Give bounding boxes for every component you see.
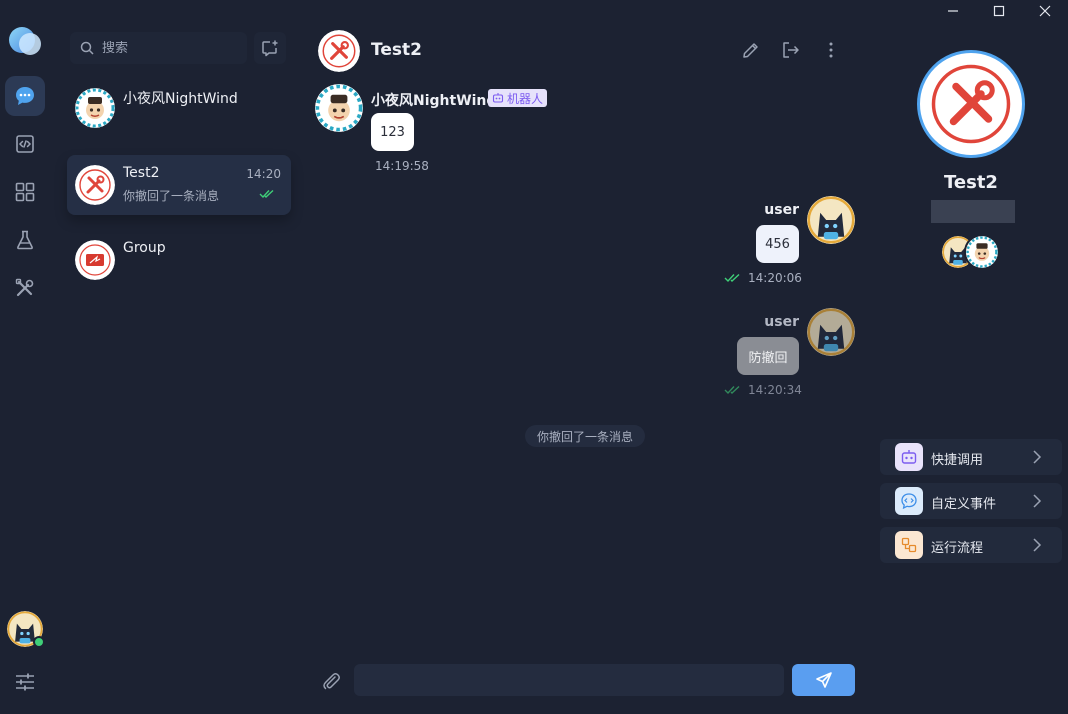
chat-header-avatar[interactable] — [318, 30, 360, 72]
code-file-icon — [16, 135, 34, 153]
search-box[interactable] — [70, 32, 247, 64]
conversation-preview: 你撤回了一条消息 — [123, 189, 220, 203]
maximize-button[interactable] — [976, 0, 1022, 22]
close-window-button[interactable] — [1022, 0, 1068, 22]
mascot-avatar-image — [315, 84, 363, 132]
system-notice: 你撤回了一条消息 — [525, 425, 646, 447]
app-logo — [9, 27, 41, 55]
nav-tools[interactable] — [5, 268, 45, 308]
nav-apps[interactable] — [5, 172, 45, 212]
conversation-avatar — [75, 240, 115, 280]
action-run-flow[interactable]: 运行流程 — [880, 527, 1062, 563]
paperclip-icon — [323, 673, 340, 690]
double-check-icon — [724, 385, 740, 395]
tools-icon — [15, 278, 34, 297]
message-time: 14:20:34 — [748, 383, 802, 397]
tools-avatar-image — [318, 30, 360, 72]
new-chat-button[interactable] — [254, 32, 286, 64]
message-avatar[interactable] — [807, 196, 855, 244]
flow-icon — [895, 531, 923, 559]
send-button[interactable] — [792, 664, 855, 696]
online-status-dot — [33, 636, 45, 648]
left-rail — [0, 0, 50, 714]
minimize-icon — [948, 10, 958, 12]
pencil-icon — [743, 43, 758, 58]
edit-button[interactable] — [739, 38, 763, 62]
nav-lab[interactable] — [5, 220, 45, 260]
action-label: 快捷调用 — [931, 453, 984, 468]
tools-avatar-image — [921, 54, 1021, 154]
contact-avatar-large[interactable] — [917, 50, 1025, 158]
conversation-name: Test2 — [123, 165, 160, 181]
message-bubble[interactable]: 123 — [371, 113, 414, 151]
more-vertical-icon — [829, 42, 833, 58]
mascot-avatar-image — [75, 88, 115, 128]
nav-code[interactable] — [5, 124, 45, 164]
conversation-item[interactable]: Group — [67, 230, 291, 290]
robot-icon — [492, 93, 504, 103]
message-sender: user — [764, 314, 799, 330]
user-avatar-image — [807, 308, 855, 356]
message-input[interactable] — [354, 664, 784, 696]
search-input[interactable] — [102, 40, 232, 56]
sliders-icon — [16, 673, 34, 691]
attach-button[interactable] — [318, 668, 344, 694]
more-button[interactable] — [819, 38, 843, 62]
tools-avatar-image — [75, 165, 115, 205]
chevron-right-icon — [1033, 494, 1042, 508]
mascot-avatar-image — [966, 236, 998, 268]
message-avatar[interactable] — [315, 84, 363, 132]
contact-name: Test2 — [944, 172, 998, 193]
window-controls — [930, 0, 1068, 22]
bot-badge-label: 机器人 — [507, 91, 544, 106]
double-check-icon — [259, 189, 274, 199]
chevron-right-icon — [1033, 538, 1042, 552]
conversation-time: 14:20 — [246, 167, 281, 181]
conversation-name: 小夜风NightWind — [123, 91, 238, 107]
leave-button[interactable] — [779, 38, 803, 62]
robot-icon — [895, 443, 923, 471]
flask-icon — [17, 230, 33, 250]
bot-badge: 机器人 — [488, 89, 548, 107]
conversation-avatar — [75, 165, 115, 205]
settings-button[interactable] — [5, 662, 45, 702]
redacted-field — [931, 200, 1015, 223]
conversation-avatar — [75, 88, 115, 128]
maximize-icon — [993, 5, 1005, 17]
minimize-button[interactable] — [930, 0, 976, 22]
message-bubble-anti-recall[interactable]: 防撤回 — [737, 337, 799, 375]
close-icon — [1039, 5, 1051, 17]
message-time: 14:20:06 — [748, 271, 802, 285]
exit-icon — [783, 42, 799, 58]
message-avatar[interactable] — [807, 308, 855, 356]
send-icon — [815, 672, 832, 688]
action-label: 自定义事件 — [931, 497, 997, 512]
chevron-right-icon — [1033, 450, 1042, 464]
chat-bubble-icon — [16, 87, 34, 105]
conversation-item-active[interactable]: Test2 你撤回了一条消息 14:20 — [67, 155, 291, 215]
grid-icon — [15, 182, 35, 202]
action-quick-call[interactable]: 快捷调用 — [880, 439, 1062, 475]
nav-chat[interactable] — [5, 76, 45, 116]
action-label: 运行流程 — [931, 541, 984, 556]
search-icon — [80, 41, 94, 55]
action-custom-event[interactable]: 自定义事件 — [880, 483, 1062, 519]
chat-title: Test2 — [371, 40, 422, 60]
conversation-item[interactable]: 小夜风NightWind — [67, 78, 291, 138]
message-sender: user — [764, 202, 799, 218]
group-avatar-image — [75, 240, 115, 280]
message-bubble[interactable]: 456 — [756, 225, 799, 263]
new-chat-icon — [262, 40, 278, 57]
member-avatar[interactable] — [964, 234, 1000, 270]
code-chat-icon — [895, 487, 923, 515]
message-sender: 小夜风NightWind — [371, 93, 497, 109]
conversation-name: Group — [123, 240, 166, 256]
user-avatar-image — [807, 196, 855, 244]
message-time: 14:19:58 — [375, 159, 429, 173]
double-check-icon — [724, 273, 740, 283]
